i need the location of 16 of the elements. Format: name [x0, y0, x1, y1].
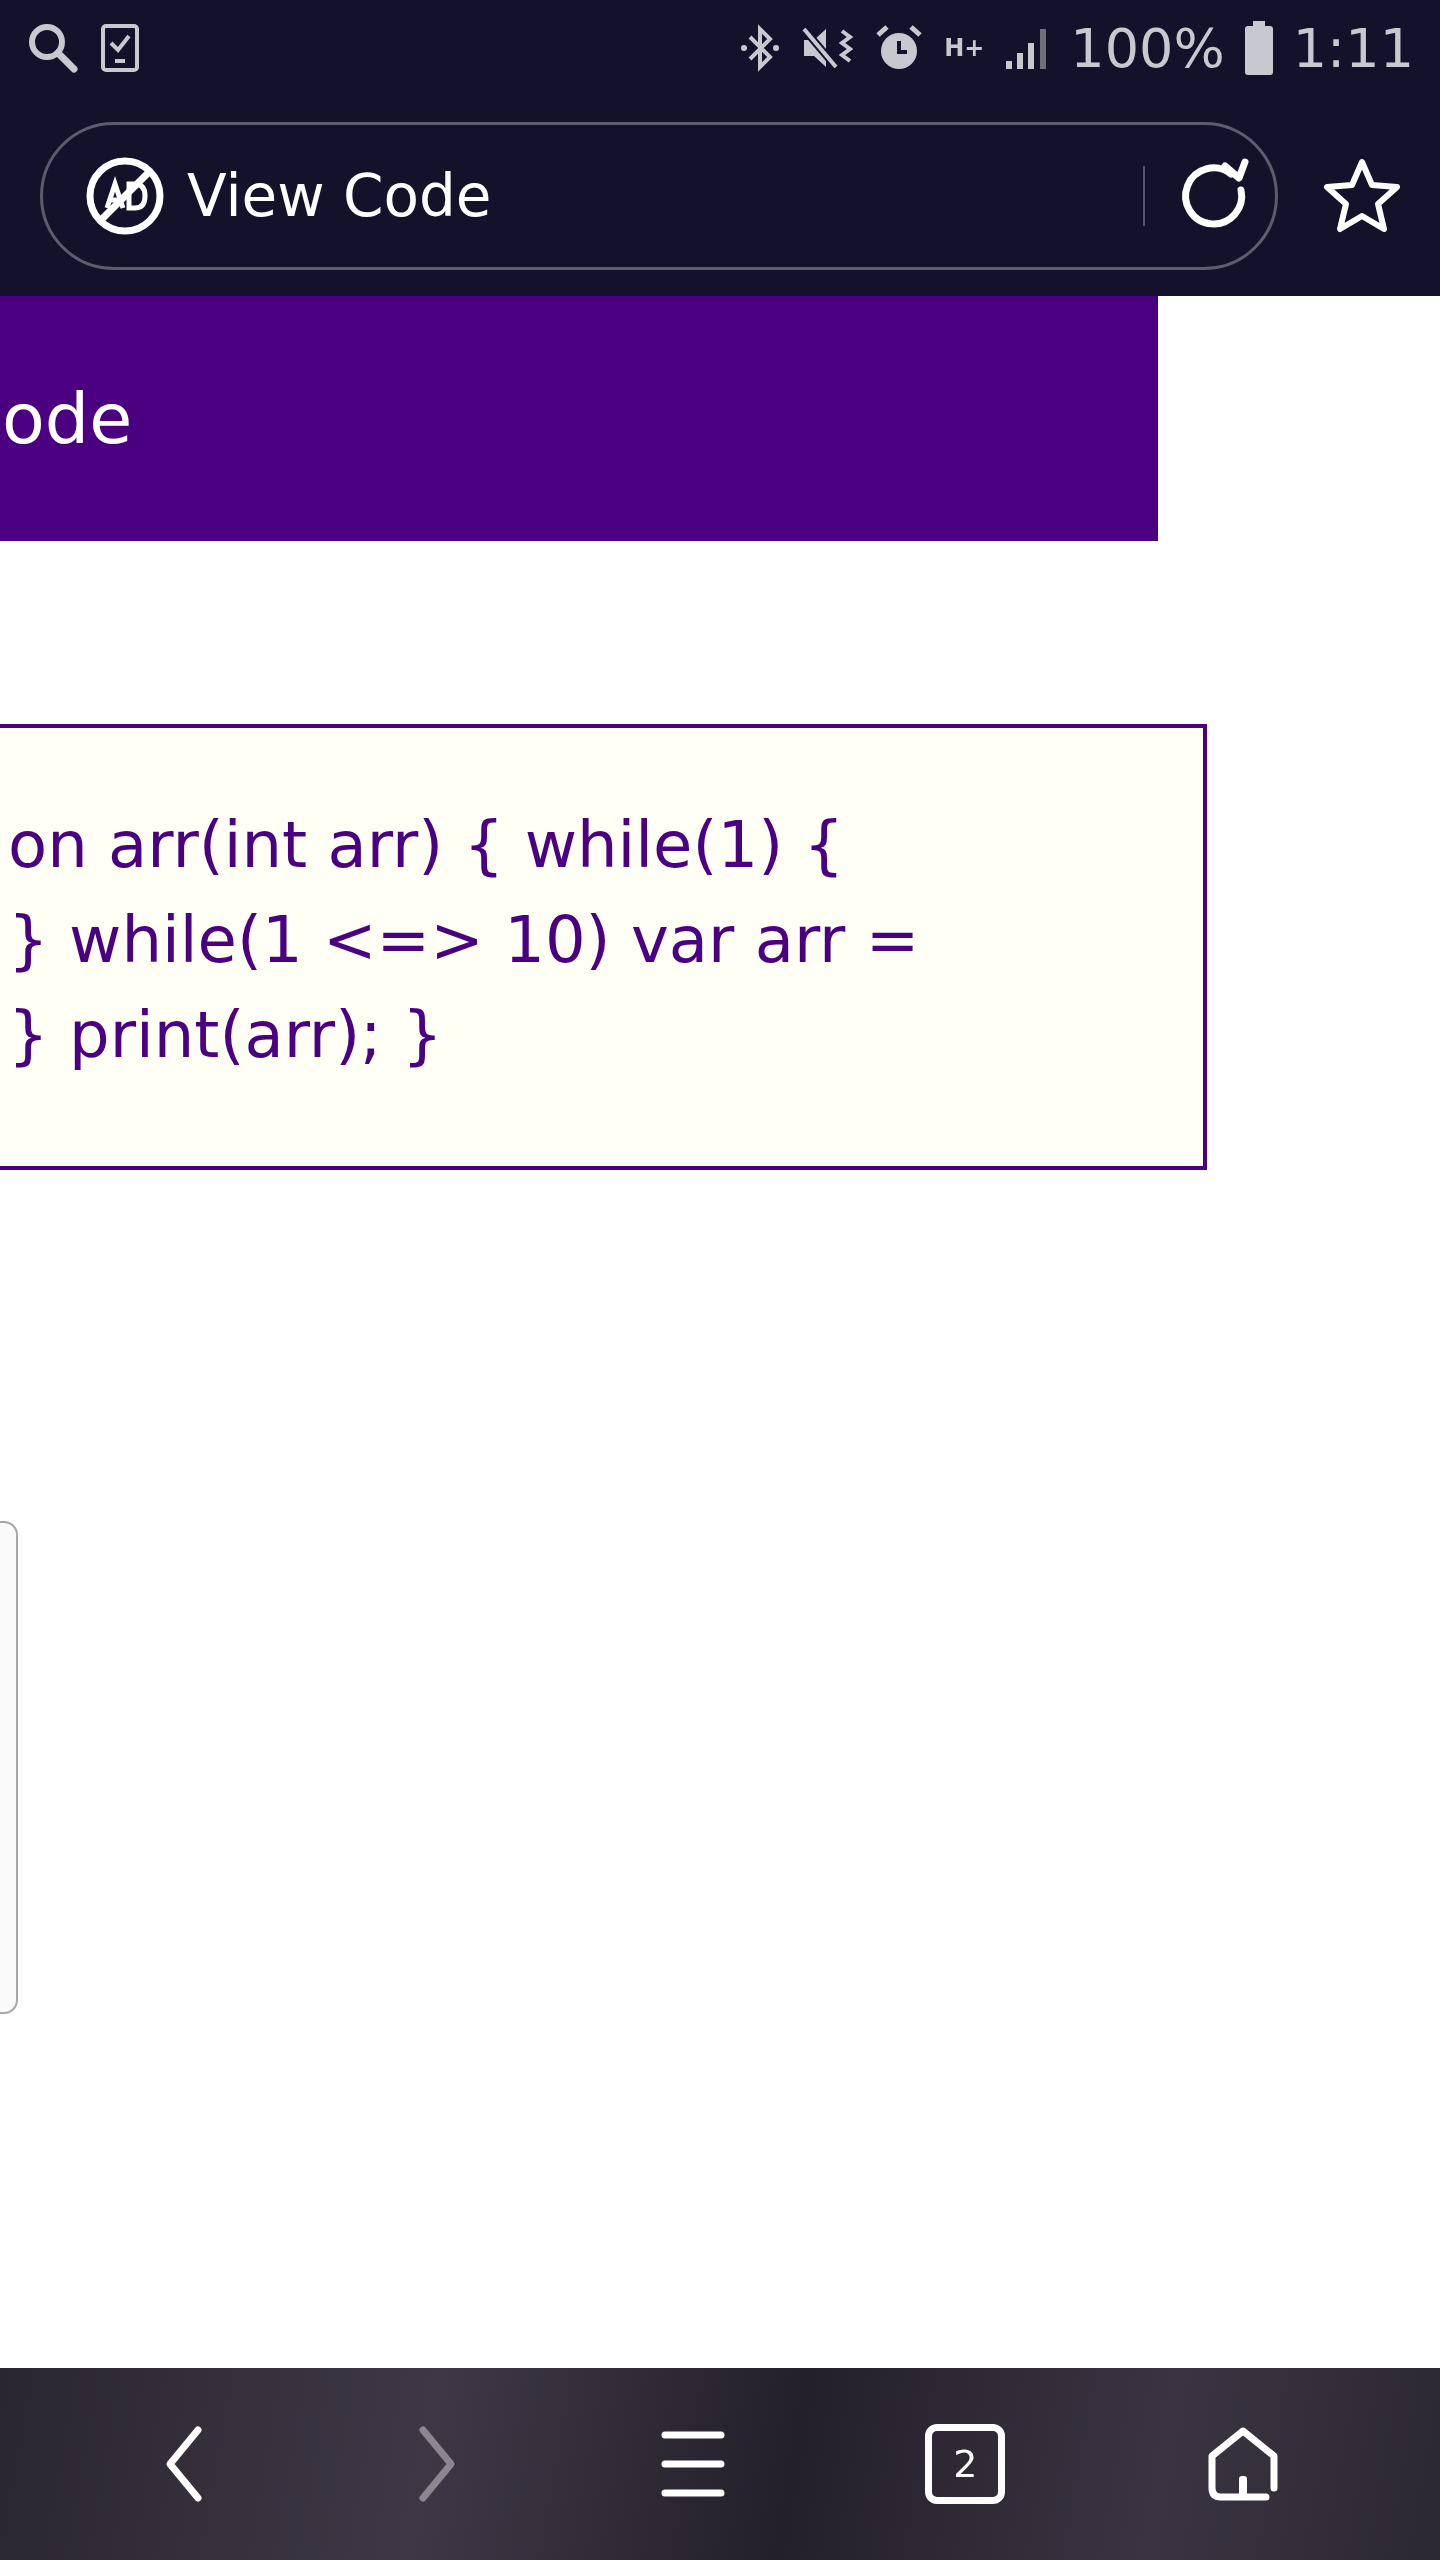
tabs-button[interactable]: 2 [925, 2424, 1006, 2504]
battery-percentage: 100% [1070, 16, 1225, 80]
clipboard-check-icon [100, 23, 140, 73]
search-icon [26, 21, 80, 75]
battery-icon [1244, 21, 1273, 75]
clock-time: 1:11 [1292, 16, 1414, 80]
page-heading: ode [2, 377, 133, 460]
address-bar[interactable]: View Code [40, 122, 1278, 270]
network-type-label: H+ [944, 36, 985, 60]
code-line: on arr(int arr) { while(1) { [8, 807, 846, 884]
bluetooth-icon [740, 23, 781, 73]
code-line: } while(1 <=> 10) var arr = [8, 902, 921, 979]
ad-block-icon[interactable] [85, 156, 165, 236]
page-title: View Code [187, 162, 493, 230]
menu-icon[interactable] [660, 2429, 725, 2499]
code-line: } print(arr); } [8, 997, 444, 1074]
